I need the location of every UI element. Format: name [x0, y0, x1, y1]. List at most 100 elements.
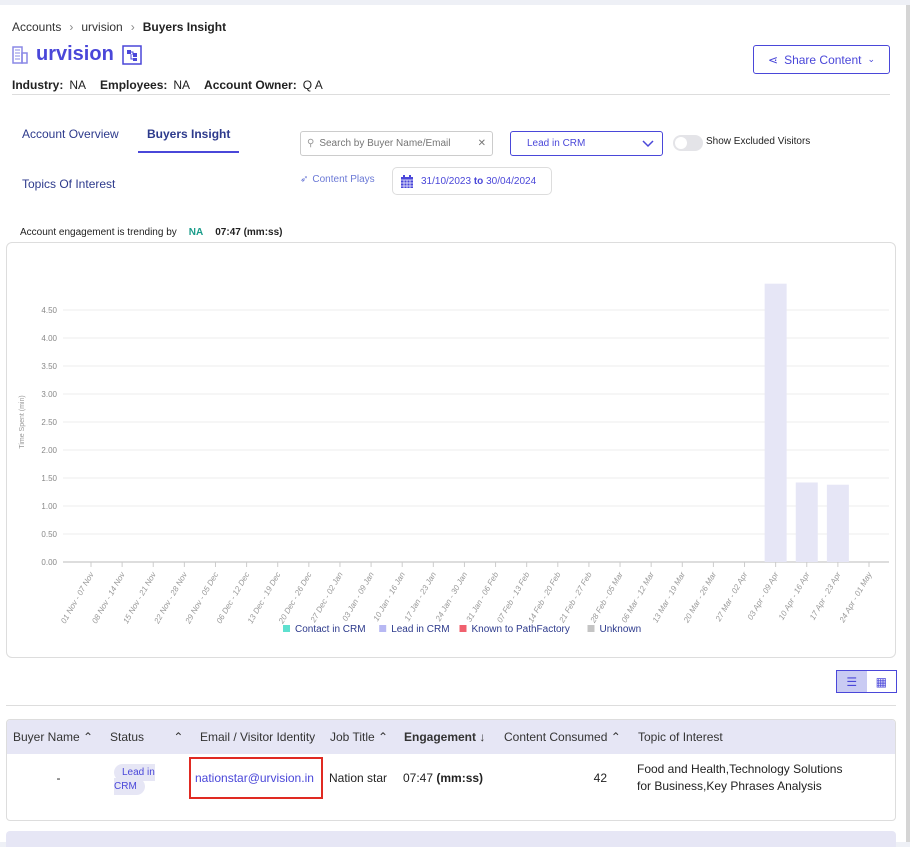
y-tick-label: 4.00 [41, 334, 57, 343]
email-link[interactable]: nationstar@urvision.in [189, 757, 323, 799]
job-title: Nation star [329, 771, 388, 785]
search-box: ⚲ ✕ [300, 131, 493, 156]
x-tick-label: 10 Apr - 16 Apr [777, 570, 812, 621]
trend-label: Account engagement is trending by [20, 227, 177, 238]
x-tick-label: 29 Nov - 05 Dec [183, 571, 220, 626]
x-tick-label: 22 Nov - 28 Nov [152, 570, 190, 626]
y-tick-label: 1.50 [41, 474, 57, 483]
status-filter-value: Lead in CRM [527, 138, 586, 149]
chevron-right-icon: › [130, 20, 135, 34]
trend-time: 07:47 (mm:ss) [215, 227, 283, 238]
y-axis-label: Time Spent (min) [19, 395, 26, 448]
divider [6, 705, 896, 706]
y-tick-label: 1.00 [41, 502, 57, 511]
calendar-icon [401, 174, 413, 188]
x-tick-label: 28 Feb - 05 Mar [588, 570, 625, 625]
trend-value: NA [188, 227, 204, 238]
status-filter-select[interactable]: Lead in CRM [510, 131, 663, 156]
page-title: urvision [36, 43, 114, 65]
share-content-button[interactable]: ⋖ Share Content ⌄ [753, 45, 890, 74]
col-topic: Topic of Interest [638, 730, 723, 744]
search-icon: ⚲ [307, 138, 315, 149]
tab-topics-of-interest[interactable]: Topics Of Interest [22, 177, 115, 191]
engagement-chart: 0.00 0.50 1.00 1.50 2.00 2.50 3.00 3.50 4.00 4.50… [6, 242, 896, 658]
topics: Food and Health,Technology Solutions for… [637, 762, 843, 793]
clear-icon[interactable]: ✕ [478, 138, 486, 149]
x-tick-label: 03 Jan - 09 Jan [340, 570, 376, 623]
breadcrumb-account[interactable]: urvision [81, 20, 122, 34]
x-tick-label: 31 Jan - 06 Feb [464, 570, 500, 624]
industry-label: Industry: [12, 78, 64, 92]
buyers-table: Buyer Name ⌃ Status ⌃ Email / Visitor Id… [6, 719, 896, 821]
engagement-trend: Account engagement is trending by NA 07:… [20, 227, 283, 238]
x-tick-label: 13 Mar - 19 Mar [651, 570, 687, 624]
breadcrumb: Accounts › urvision › Buyers Insight [12, 20, 226, 34]
grid-view-button[interactable]: ▦ [867, 671, 897, 692]
bar-lead-in-crm [764, 283, 787, 562]
x-tick-label: 13 Dec - 19 Dec [246, 571, 283, 626]
x-tick-label: 20 Mar - 26 Mar [681, 570, 718, 625]
y-tick-label: 3.00 [41, 390, 57, 399]
breadcrumb-current: Buyers Insight [142, 20, 227, 34]
x-tick-label: 17 Apr - 23 Apr [808, 570, 843, 621]
chevron-down-icon: ⌄ [867, 54, 875, 64]
owner-value: Q A [302, 78, 323, 92]
industry-value: NA [69, 78, 87, 92]
x-tick-label: 07 Feb - 13 Feb [495, 570, 532, 624]
chevron-right-icon: › [69, 20, 74, 34]
date-range-picker[interactable]: 31/10/2023 to 30/04/2024 [392, 167, 552, 195]
bar-lead-in-crm [826, 484, 849, 562]
hierarchy-icon[interactable] [122, 44, 142, 65]
building-icon [12, 45, 28, 64]
account-header: urvision [12, 43, 142, 66]
buyer-name: - [56, 771, 61, 785]
scrollbar[interactable] [906, 5, 910, 842]
x-tick-label: 03 Apr - 09 Apr [746, 570, 781, 621]
x-tick-label: 21 Feb - 27 Feb [557, 570, 594, 625]
col-engagement[interactable]: Engagement ↓ [398, 730, 498, 744]
arrow-down-icon: ↓ [479, 730, 486, 744]
date-to: 30/04/2024 [486, 175, 537, 187]
legend-swatch [379, 625, 387, 632]
x-tick-label: 06 Mar - 12 Mar [620, 570, 656, 624]
col-status[interactable]: Status ⌃ [104, 730, 194, 744]
x-tick-label: 24 Jan - 30 Jan [433, 570, 469, 624]
col-content-consumed[interactable]: Content Consumed ⌃ [498, 730, 632, 744]
breadcrumb-accounts[interactable]: Accounts [12, 20, 61, 34]
engagement-cell: 07:47 (mm:ss) [403, 771, 484, 785]
date-to-word: to [473, 175, 484, 187]
x-tick-label: 06 Dec - 12 Dec [215, 571, 252, 626]
owner-label: Account Owner: [204, 78, 297, 92]
x-tick-label: 08 Nov - 14 Nov [90, 570, 127, 625]
y-tick-label: 2.50 [41, 418, 57, 427]
x-tick-label: 24 Apr - 01 May [837, 570, 874, 625]
employees-value: NA [173, 78, 191, 92]
legend-swatch [283, 625, 290, 632]
chevron-down-icon [642, 139, 654, 147]
tab-buyers-insight[interactable]: Buyers Insight [138, 127, 240, 153]
search-input[interactable] [319, 138, 473, 149]
chart-svg: 0.00 0.50 1.00 1.50 2.00 2.50 3.00 3.50 4.00 4.50… [19, 283, 889, 635]
table-header: Buyer Name ⌃ Status ⌃ Email / Visitor Id… [7, 720, 895, 754]
legend-swatch [459, 625, 467, 632]
x-tick-label: 10 Jan - 16 Jan [372, 570, 408, 623]
content-plays-link[interactable]: ➶ Content Plays [300, 174, 375, 185]
status-cell: Lead in CRM [104, 764, 187, 795]
content-consumed: 42 [593, 771, 607, 785]
col-buyer-name[interactable]: Buyer Name ⌃ [7, 730, 104, 744]
show-excluded-toggle[interactable] [673, 135, 703, 151]
legend-label: Known to PathFactory [472, 624, 570, 635]
x-tick-label: 01 Nov - 07 Nov [59, 570, 96, 625]
content-plays-label: Content Plays [312, 174, 375, 185]
col-job-title[interactable]: Job Title ⌃ [324, 730, 398, 744]
tab-account-overview[interactable]: Account Overview [22, 127, 119, 141]
y-tick-label: 2.00 [41, 446, 57, 455]
x-tick-label: 20 Dec - 26 Dec [276, 571, 313, 626]
list-view-button[interactable]: ☰ [837, 671, 867, 692]
x-tick-label: 14 Feb - 20 Feb [526, 570, 563, 624]
date-from: 31/10/2023 [421, 175, 472, 187]
divider [12, 94, 890, 95]
table-row: - Lead in CRM nationstar@urvision.in Nat… [7, 754, 895, 802]
col-email: Email / Visitor Identity [200, 730, 316, 744]
y-tick-label: 4.50 [41, 306, 57, 315]
